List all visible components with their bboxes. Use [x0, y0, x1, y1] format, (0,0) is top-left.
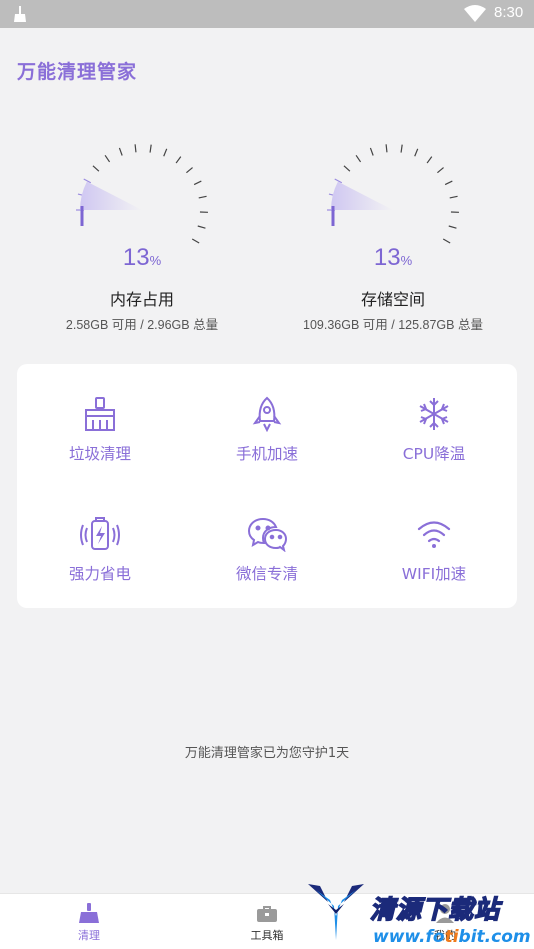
phone-boost-button[interactable]: 手机加速 [184, 396, 350, 496]
status-bar: 8:30 [0, 0, 534, 28]
phone-boost-label: 手机加速 [235, 445, 298, 463]
wifi-signal-icon [464, 5, 486, 22]
memory-label: 内存占用 [109, 290, 174, 309]
gauge-tick [186, 167, 193, 174]
gauge-tick [149, 144, 152, 153]
gauge-tick [343, 165, 351, 172]
wifi-boost-label: WIFI加速 [401, 565, 467, 583]
gauge-tick [134, 144, 137, 153]
snowflake-icon [419, 398, 449, 430]
site-watermark: 清源下载站 www.fotibit.com [306, 880, 534, 949]
gauge-fill [80, 181, 142, 210]
storage-dial [327, 144, 459, 244]
power-save-button[interactable]: 强力省电 [17, 516, 183, 616]
gauge-tick [104, 154, 111, 163]
wechat-icon [247, 517, 287, 552]
gauge-tick [193, 180, 202, 186]
memory-dial [76, 144, 208, 244]
gauge-fill [331, 181, 393, 210]
gauge-tick [92, 165, 100, 172]
wechat-clean-button[interactable]: 微信专清 [184, 516, 350, 616]
guard-days-text: 万能清理管家已为您守护1天 [184, 746, 350, 761]
tools-card: 垃圾清理 手机加速 CPU降温 强力省电 微信专清 WIFI加速 [17, 364, 517, 608]
rocket-icon [252, 396, 282, 432]
gauge-tick [444, 180, 453, 186]
nav-clean-label: 清理 [78, 929, 100, 942]
gauge-tick [400, 144, 403, 153]
power-save-label: 强力省电 [68, 565, 131, 583]
cpu-cool-button[interactable]: CPU降温 [351, 396, 517, 496]
storage-detail: 109.36GB 可用 / 125.87GB 总量 [303, 318, 483, 332]
gauge-tick [198, 195, 207, 199]
cpu-cool-label: CPU降温 [402, 445, 466, 463]
gauge-tick [369, 147, 374, 156]
gauge-tick [449, 195, 458, 199]
battery-icon [80, 517, 120, 550]
app-title: 万能清理管家 [17, 61, 138, 83]
status-time: 8:30 [494, 4, 524, 21]
gauge-tick [437, 167, 444, 174]
wifi-icon [417, 521, 451, 548]
junk-clean-label: 垃圾清理 [68, 445, 131, 463]
junk-clean-button[interactable]: 垃圾清理 [17, 396, 183, 496]
gauge-tick [414, 148, 419, 157]
toolbox-icon [257, 906, 277, 922]
gauge-tick [118, 147, 123, 156]
storage-percent: 13% [373, 244, 413, 271]
watermark-logo [308, 884, 364, 940]
wechat-clean-label: 微信专清 [235, 565, 298, 583]
memory-percent: 13% [122, 244, 162, 271]
gauge-tick [175, 156, 182, 164]
memory-gauge[interactable]: 13% 内存占用 2.58GB 可用 / 2.96GB 总量 [57, 130, 227, 340]
storage-gauge[interactable]: 13% 存储空间 109.36GB 可用 / 125.87GB 总量 [303, 130, 483, 340]
gauge-tick [191, 238, 200, 244]
gauge-tick [448, 225, 457, 229]
storage-label: 存储空间 [360, 290, 425, 309]
watermark-url: www.fotibit.com [373, 927, 531, 947]
gauge-tick [355, 154, 362, 163]
cleaner-notification-icon [14, 6, 26, 22]
gauge-tick [163, 148, 168, 157]
gauge-tick [197, 225, 206, 229]
watermark-title: 清源下载站 [369, 894, 501, 925]
broom-icon [79, 903, 99, 923]
memory-detail: 2.58GB 可用 / 2.96GB 总量 [65, 318, 219, 332]
gauge-tick [426, 156, 433, 164]
gauge-tick [442, 238, 451, 244]
gauge-tick [385, 144, 388, 153]
nav-clean-tab[interactable]: 清理 [29, 894, 149, 949]
wifi-boost-button[interactable]: WIFI加速 [351, 516, 517, 616]
broom-icon [85, 397, 115, 431]
